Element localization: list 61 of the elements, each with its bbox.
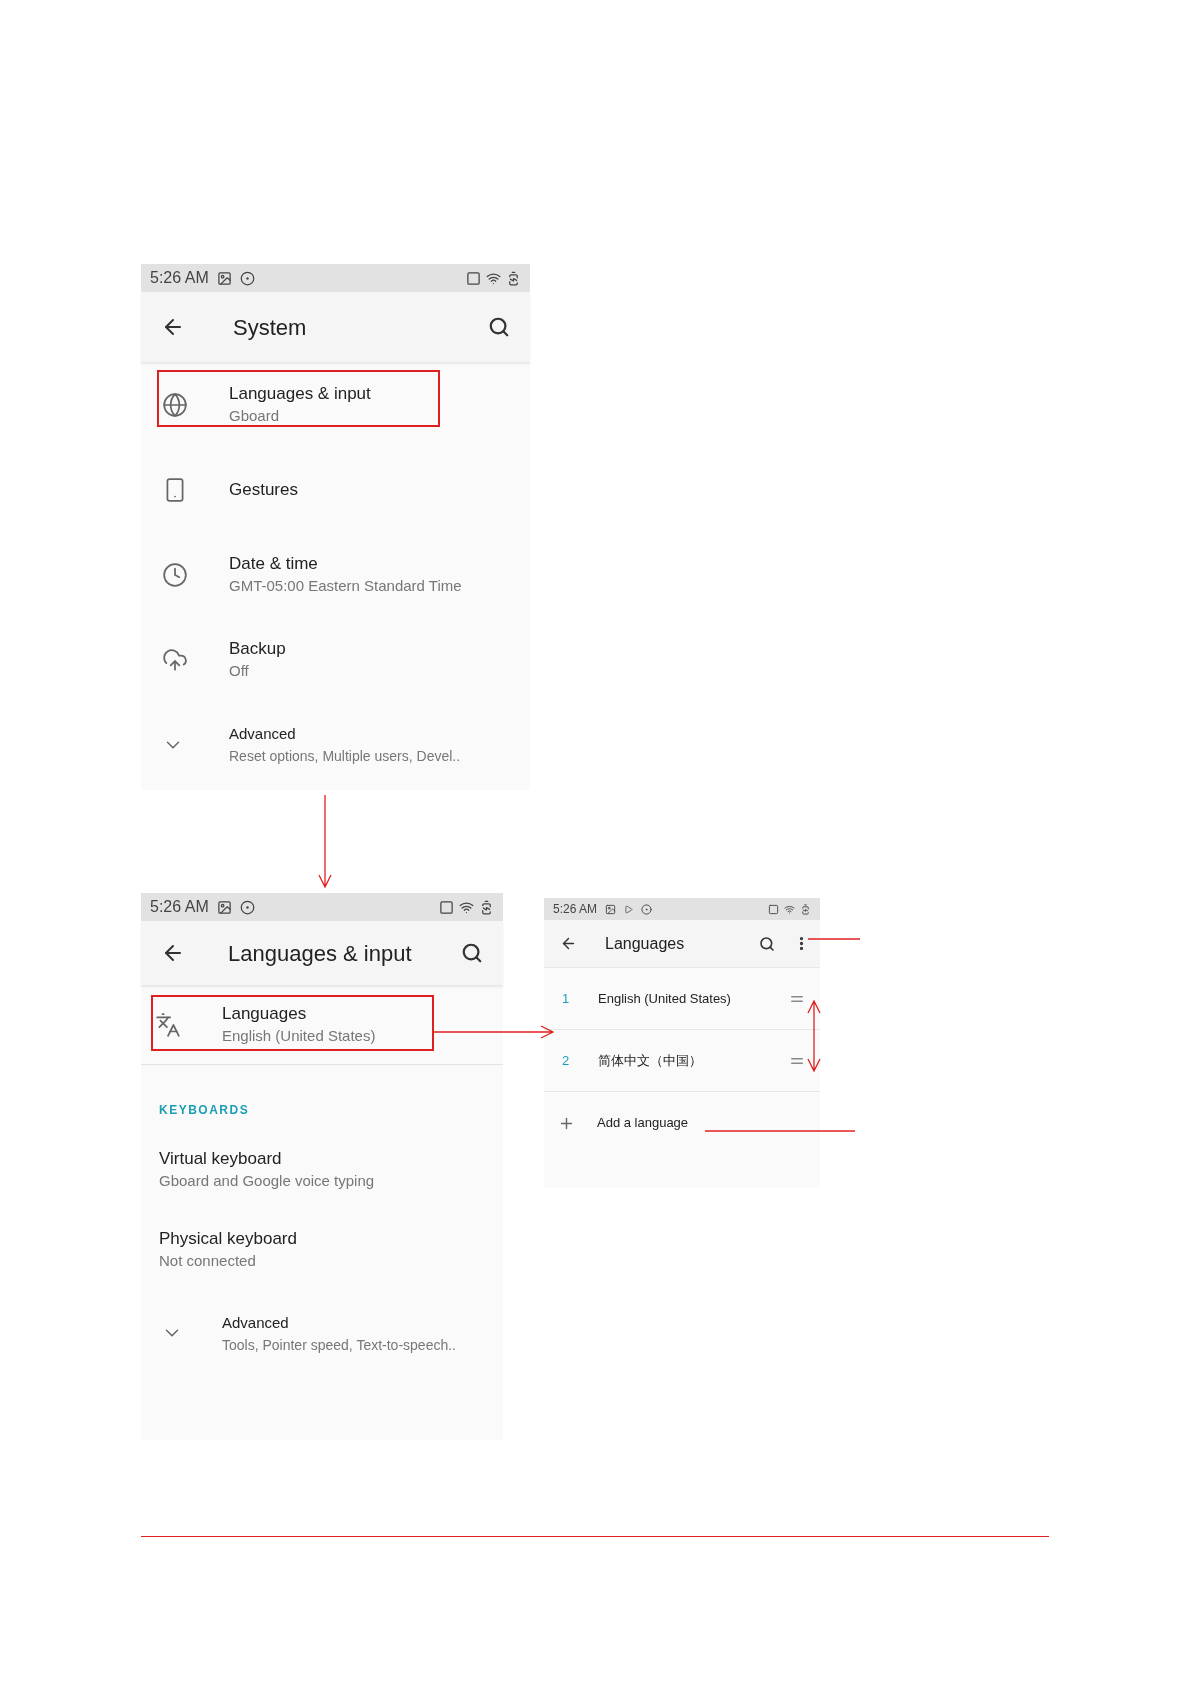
item-subtitle: English (United States) (222, 1026, 376, 1046)
language-name: English (United States) (598, 989, 732, 1008)
search-icon[interactable] (759, 935, 775, 952)
settings-item[interactable]: Physical keyboard Not connected (141, 1209, 503, 1289)
item-title: Date & time (229, 553, 319, 575)
item-subtitle: Tools, Pointer speed, Text-to-speech.. (222, 1335, 456, 1355)
settings-item[interactable]: Gestures (141, 447, 530, 532)
search-icon[interactable] (461, 942, 483, 964)
double-arrow (807, 1000, 821, 1072)
settings-item[interactable]: Backup Off (141, 617, 530, 702)
wifi-icon (459, 899, 474, 915)
item-title: Backup (229, 638, 286, 660)
wifi-icon (784, 903, 795, 915)
item-title: Languages & input (229, 383, 371, 405)
play-icon (624, 904, 634, 914)
settings-item[interactable]: Date & time GMT-05:00 Eastern Standard Time (141, 532, 530, 617)
image-icon (605, 903, 617, 915)
screen-title: Languages (605, 933, 686, 954)
item-subtitle: Off (229, 661, 250, 681)
item-title: Virtual keyboard (159, 1147, 283, 1170)
image-icon (216, 270, 232, 286)
image-icon (216, 899, 232, 915)
back-icon[interactable] (560, 935, 577, 952)
settings-item[interactable]: Languages & input Gboard (141, 362, 530, 447)
language-name: 简体中文（中国） (598, 1051, 703, 1070)
language-row[interactable]: 1 English (United States) (544, 968, 820, 1030)
item-title: Physical keyboard (159, 1227, 297, 1250)
section-header: KEYBOARDS (159, 1102, 250, 1119)
item-subtitle: Not connected (159, 1250, 257, 1271)
add-language-label: Add a language (597, 1114, 689, 1133)
search-icon[interactable] (488, 316, 510, 338)
battery-icon (479, 899, 494, 915)
language-number: 2 (562, 1051, 571, 1070)
screen-title: System (233, 313, 308, 342)
settings-item[interactable]: Virtual keyboard Gboard and Google voice typing (141, 1129, 503, 1209)
settings-item[interactable]: Advanced Reset options, Multiple users, Devel.. (141, 702, 530, 787)
item-subtitle: Gboard (229, 406, 281, 426)
language-number: 1 (562, 989, 571, 1008)
settings-item[interactable]: Advanced Tools, Pointer speed, Text-to-speech.. (141, 1289, 503, 1377)
status-time: 5:26 AM (553, 901, 598, 918)
battery-icon (506, 270, 521, 286)
add-language-row[interactable]: Add a language (544, 1092, 820, 1154)
status-time: 5:26 AM (150, 268, 209, 288)
language-row[interactable]: 2 简体中文（中国） (544, 1030, 820, 1092)
battery-icon (800, 903, 811, 915)
clock-icon (162, 561, 188, 588)
screen-title: Languages & input (228, 939, 413, 968)
item-subtitle: Reset options, Multiple users, Devel.. (229, 747, 461, 766)
settings-item[interactable]: Languages English (United States) (141, 985, 503, 1065)
item-title: Gestures (229, 479, 298, 501)
item-title: Advanced (222, 1312, 290, 1333)
item-title: Advanced (229, 724, 297, 744)
wifi-icon (486, 270, 501, 286)
status-time: 5:26 AM (150, 897, 209, 917)
item-title: Languages (222, 1003, 308, 1025)
item-subtitle: GMT-05:00 Eastern Standard Time (229, 576, 462, 596)
cloud-upload-icon (162, 646, 188, 673)
item-subtitle: Gboard and Google voice typing (159, 1170, 375, 1191)
globe-icon (162, 391, 188, 418)
annotation-line (808, 938, 860, 940)
translate-icon (155, 1011, 181, 1038)
